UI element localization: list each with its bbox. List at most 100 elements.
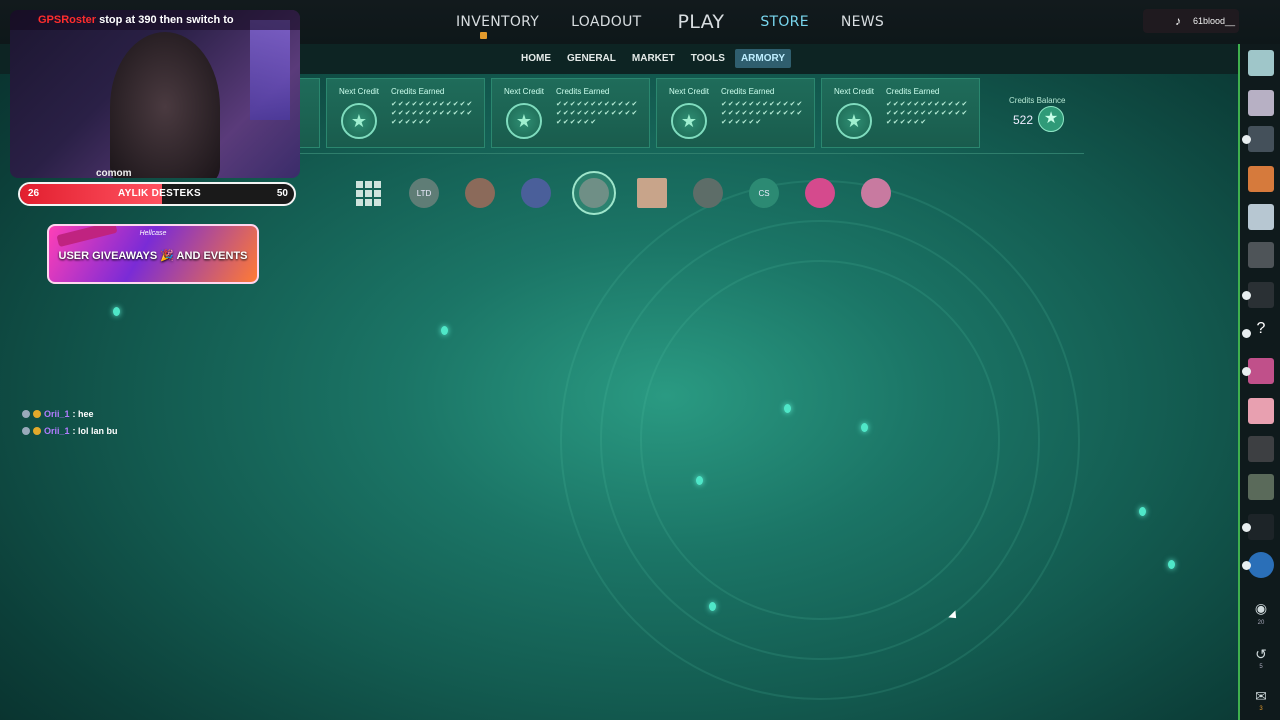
mail-icon[interactable]: ✉ <box>1250 688 1272 705</box>
particle <box>113 307 120 316</box>
tiktok-icon: ♪ <box>1175 14 1181 28</box>
friend-avatar[interactable] <box>1248 90 1274 116</box>
particle <box>1139 507 1146 516</box>
main-nav: INVENTORY LOADOUT PLAY STORE NEWS <box>440 0 900 44</box>
earned-checkmarks: ✔✔✔✔✔✔✔✔✔✔✔✔✔✔✔✔✔✔✔✔✔✔✔✔✔✔✔✔✔✔ <box>391 101 474 126</box>
earned-checkmarks: ✔✔✔✔✔✔✔✔✔✔✔✔✔✔✔✔✔✔✔✔✔✔✔✔✔✔✔✔✔✔ <box>886 101 969 126</box>
friend-avatar[interactable] <box>1248 474 1274 500</box>
notification-badge <box>480 32 487 39</box>
chat-username: Orii_1 <box>44 408 70 419</box>
credit-card: Next Credit Credits Earned ★ ✔✔✔✔✔✔✔✔✔✔✔… <box>326 78 485 148</box>
next-credit-label: Next Credit <box>669 87 710 96</box>
friend-avatar[interactable] <box>1248 50 1274 76</box>
friend-avatar[interactable] <box>1248 242 1274 268</box>
particle <box>784 404 791 413</box>
online-indicator <box>1242 561 1251 570</box>
friend-avatar[interactable] <box>1242 282 1274 308</box>
stream-alert: GPSRoster stop at 390 then switch to <box>10 10 300 30</box>
credits-balance: Credits Balance 522 ★ <box>1000 78 1090 148</box>
graffiti-icon <box>637 178 667 208</box>
chat-message: Orii_1 : hee <box>22 405 118 422</box>
limited-badge-icon: LTD <box>409 178 439 208</box>
mail-count: 3 <box>1259 706 1263 712</box>
subnav-market[interactable]: MARKET <box>626 49 681 68</box>
credit-card-partial <box>298 78 320 148</box>
credit-card: Next Credit Credits Earned ★ ✔✔✔✔✔✔✔✔✔✔✔… <box>656 78 815 148</box>
credit-coin-icon: ★ <box>671 103 707 139</box>
promo-text: USER GIVEAWAYS 🎉 AND EVENTS <box>58 250 248 262</box>
friend-avatar[interactable] <box>1248 204 1274 230</box>
giveaway-banner: Hellcase USER GIVEAWAYS 🎉 AND EVENTS <box>47 224 259 284</box>
chat-text: : hee <box>72 408 94 419</box>
friends-sidebar: ? ◉ 20 ↺ 5 ✉ 3 <box>1238 44 1280 720</box>
category-cs[interactable]: CS <box>744 173 784 213</box>
credits-balance-label: Credits Balance <box>1009 96 1066 105</box>
donation-goal-bar: 26 AYLIK DESTEKS 50 <box>18 182 296 206</box>
nav-store[interactable]: STORE <box>744 0 825 44</box>
chat-text: : lol lan bu <box>72 425 118 436</box>
armory-credit-strip: Next Credit Credits Earned ★ ✔✔✔✔✔✔✔✔✔✔✔… <box>298 78 998 148</box>
category-graffiti[interactable] <box>632 173 672 213</box>
category-skins[interactable] <box>800 173 840 213</box>
online-indicator <box>1242 367 1251 376</box>
subnav-home[interactable]: HOME <box>515 49 557 68</box>
goal-target: 50 <box>276 188 288 199</box>
category-cases[interactable] <box>688 173 728 213</box>
category-limited[interactable]: LTD <box>404 173 444 213</box>
subnav-tools[interactable]: TOOLS <box>685 49 731 68</box>
broadcast-icon[interactable]: ◉ <box>1250 600 1272 617</box>
credit-card: Next Credit Credits Earned ★ ✔✔✔✔✔✔✔✔✔✔✔… <box>821 78 980 148</box>
friend-avatar[interactable] <box>1248 436 1274 462</box>
friend-avatar[interactable] <box>1242 358 1274 384</box>
category-agents[interactable] <box>856 173 896 213</box>
chat-username: Orii_1 <box>44 425 70 436</box>
earned-checkmarks: ✔✔✔✔✔✔✔✔✔✔✔✔✔✔✔✔✔✔✔✔✔✔✔✔✔✔✔✔✔✔ <box>721 101 804 126</box>
chat-message: Orii_1 : lol lan bu <box>22 422 118 439</box>
history-icon[interactable]: ↺ <box>1250 646 1272 663</box>
skin-icon <box>805 178 835 208</box>
goal-label: AYLIK DESTEKS <box>118 188 201 199</box>
subnav-general[interactable]: GENERAL <box>561 49 622 68</box>
next-credit-label: Next Credit <box>834 87 875 96</box>
category-all-items[interactable] <box>348 173 388 213</box>
online-indicator <box>1242 329 1251 338</box>
goal-current: 26 <box>28 188 40 199</box>
cam-caption: comom <box>96 168 132 179</box>
sticker-icon <box>521 178 551 208</box>
charm-icon <box>465 178 495 208</box>
cs-icon: CS <box>749 178 779 208</box>
online-indicator <box>1242 291 1251 300</box>
badge-icon <box>22 409 30 418</box>
particle <box>861 423 868 432</box>
subnav-armory[interactable]: ARMORY <box>734 49 792 68</box>
nav-news[interactable]: NEWS <box>825 0 900 44</box>
category-stickers[interactable] <box>516 173 556 213</box>
background-ring <box>640 260 1000 620</box>
nav-play[interactable]: PLAY <box>658 0 745 44</box>
nav-loadout[interactable]: LOADOUT <box>555 0 657 44</box>
credits-earned-label: Credits Earned <box>391 87 445 96</box>
nav-inventory[interactable]: INVENTORY <box>440 0 555 44</box>
credits-earned-label: Credits Earned <box>886 87 940 96</box>
case-icon <box>693 178 723 208</box>
friend-avatar[interactable] <box>1248 166 1274 192</box>
friend-avatar[interactable] <box>1248 398 1274 424</box>
category-charms[interactable] <box>460 173 500 213</box>
agent-icon <box>861 178 891 208</box>
cam-light <box>250 20 290 120</box>
promo-brand: Hellcase <box>139 230 167 237</box>
friend-avatar[interactable]: ? <box>1242 320 1274 346</box>
particle <box>441 326 448 335</box>
particle <box>696 476 703 485</box>
tiktok-overlay: ♪ 61blood__ <box>1143 9 1239 33</box>
armory-pass-icon <box>579 178 609 208</box>
friend-avatar[interactable] <box>1242 514 1274 540</box>
credit-card: Next Credit Credits Earned ★ ✔✔✔✔✔✔✔✔✔✔✔… <box>491 78 650 148</box>
armory-category-row: LTD CS <box>348 171 896 215</box>
friend-avatar[interactable] <box>1242 552 1274 578</box>
friend-avatar[interactable] <box>1242 126 1274 152</box>
credit-coin-icon: ★ <box>836 103 872 139</box>
history-count: 5 <box>1259 664 1263 670</box>
next-credit-label: Next Credit <box>504 87 545 96</box>
category-armory-pass[interactable] <box>572 171 616 215</box>
